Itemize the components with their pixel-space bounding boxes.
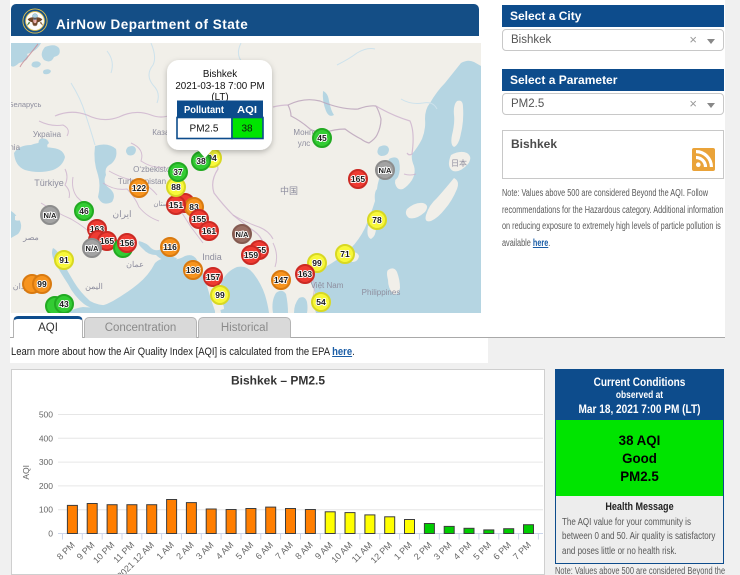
svg-text:500: 500 [39,410,53,420]
svg-text:Philippines: Philippines [362,288,401,297]
svg-text:12 PM: 12 PM [369,540,394,565]
svg-text:99: 99 [37,279,47,289]
svg-text:PM2.5: PM2.5 [190,124,219,135]
svg-text:122: 122 [132,183,146,193]
svg-text:10 AM: 10 AM [329,540,354,565]
svg-text:N/A: N/A [44,211,58,220]
svg-text:71: 71 [340,249,350,259]
svg-text:1 AM: 1 AM [154,540,176,562]
svg-text:163: 163 [298,269,312,279]
svg-text:54: 54 [316,297,326,307]
svg-text:Беларусь: Беларусь [11,100,41,109]
svg-text:2 PM: 2 PM [412,540,434,562]
svg-text:7 AM: 7 AM [273,540,295,562]
svg-text:99: 99 [215,290,225,300]
svg-text:38: 38 [196,156,206,166]
svg-text:8 AM: 8 AM [293,540,315,562]
svg-text:India: India [202,252,222,262]
svg-text:اليمن: اليمن [85,282,103,291]
svg-text:7 PM: 7 PM [511,540,533,562]
svg-text:AQI: AQI [237,104,257,116]
svg-text:Україна: Україна [33,130,62,139]
svg-text:N/A: N/A [236,230,250,239]
svg-text:3 AM: 3 AM [194,540,216,562]
svg-text:N/A: N/A [379,166,393,175]
svg-text:Pollutant: Pollutant [184,104,224,116]
svg-text:91: 91 [59,255,69,265]
svg-text:156: 156 [120,238,134,248]
svg-text:مصر: مصر [22,233,39,242]
svg-text:300: 300 [39,457,53,467]
svg-text:43: 43 [59,299,69,309]
svg-text:147: 147 [274,275,288,285]
svg-text:3 PM: 3 PM [432,540,454,562]
svg-text:5 AM: 5 AM [234,540,256,562]
svg-text:400: 400 [39,433,53,443]
svg-text:5 PM: 5 PM [471,540,493,562]
svg-text:România: România [11,143,21,152]
svg-text:6 AM: 6 AM [254,540,276,562]
svg-text:N/A: N/A [86,244,100,253]
svg-text:46: 46 [79,206,89,216]
svg-text:165: 165 [351,174,365,184]
svg-text:Việt Nam: Việt Nam [311,281,344,290]
svg-text:2021-03-18 7:00 PM: 2021-03-18 7:00 PM [175,81,264,92]
svg-text:6 PM: 6 PM [491,540,513,562]
svg-text:88: 88 [171,182,181,192]
svg-text:151: 151 [169,200,183,210]
svg-text:100: 100 [39,505,53,515]
svg-text:AQI: AQI [21,465,31,480]
svg-text:157: 157 [206,272,220,282]
svg-text:8 PM: 8 PM [55,540,77,562]
svg-text:0: 0 [48,529,53,539]
svg-text:200: 200 [39,481,53,491]
svg-text:38: 38 [241,124,253,135]
svg-text:136: 136 [186,265,200,275]
svg-text:99: 99 [312,258,322,268]
svg-text:ايران: ايران [112,209,131,220]
svg-text:37: 37 [173,167,183,177]
svg-text:161: 161 [202,226,216,236]
svg-text:Bishkek: Bishkek [203,69,237,80]
svg-text:165: 165 [100,236,114,246]
svg-text:159: 159 [244,250,258,260]
svg-text:عمان: عمان [126,260,144,269]
svg-text:улс: улс [298,139,311,148]
svg-text:45: 45 [317,133,327,143]
svg-text:中国: 中国 [280,185,298,196]
svg-text:4 AM: 4 AM [214,540,236,562]
svg-text:78: 78 [372,215,382,225]
svg-text:Türkiye: Türkiye [34,178,64,188]
svg-text:日本: 日本 [451,158,467,168]
svg-text:4 PM: 4 PM [451,540,473,562]
svg-text:10 PM: 10 PM [91,540,116,565]
svg-text:1 PM: 1 PM [392,540,414,562]
svg-text:2 AM: 2 AM [174,540,196,562]
svg-text:116: 116 [163,242,177,252]
svg-text:Bishkek – PM2.5: Bishkek – PM2.5 [231,374,325,388]
